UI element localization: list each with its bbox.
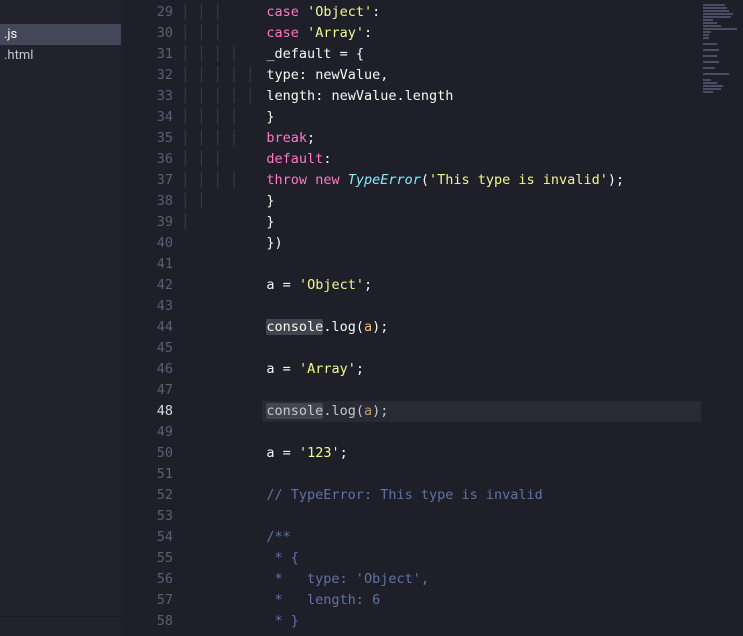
code-line[interactable] <box>262 422 701 443</box>
indent-guides: │ │ │ │ │ │ │ │ │ │ │ │ │ │ │ │ │ │ │ │ … <box>173 0 262 636</box>
code-line[interactable]: /** <box>262 527 701 548</box>
file-item[interactable]: .js <box>0 24 121 45</box>
code-line[interactable]: default: <box>262 149 701 170</box>
line-number[interactable]: 34 <box>121 107 173 128</box>
code-line[interactable]: } <box>262 107 701 128</box>
minimap-row <box>703 34 709 36</box>
editor-container: 2930313233343536373839404142434445464748… <box>121 0 743 636</box>
minimap-row <box>703 19 713 21</box>
code-line[interactable]: a = 'Array'; <box>262 359 701 380</box>
editor-body: 2930313233343536373839404142434445464748… <box>121 0 701 636</box>
code-line[interactable] <box>262 506 701 527</box>
code-line[interactable] <box>262 338 701 359</box>
line-number[interactable]: 55 <box>121 548 173 569</box>
code-line[interactable]: break; <box>262 128 701 149</box>
minimap-row <box>703 7 727 9</box>
minimap[interactable] <box>701 0 743 636</box>
line-number[interactable]: 42 <box>121 275 173 296</box>
line-number[interactable]: 31 <box>121 44 173 65</box>
minimap-row <box>703 25 721 27</box>
code-line[interactable]: _default = { <box>262 44 701 65</box>
minimap-row <box>703 4 725 6</box>
code-line[interactable] <box>262 464 701 485</box>
code-line[interactable]: }) <box>262 233 701 254</box>
code-line[interactable] <box>262 632 701 636</box>
sidebar-footer <box>0 616 121 636</box>
minimap-row <box>703 67 715 69</box>
line-number[interactable]: 58 <box>121 611 173 632</box>
minimap-row <box>703 22 717 24</box>
line-number[interactable]: 45 <box>121 338 173 359</box>
code-line[interactable]: console.log(a); <box>262 317 701 338</box>
sidebar-file-list: .js.html <box>0 0 121 66</box>
line-number[interactable]: 29 <box>121 2 173 23</box>
code-line[interactable]: * type: 'Object', <box>262 569 701 590</box>
line-number[interactable]: 37 <box>121 170 173 191</box>
line-number[interactable]: 36 <box>121 149 173 170</box>
line-number[interactable]: 46 <box>121 359 173 380</box>
minimap-row <box>703 10 729 12</box>
minimap-row <box>703 31 711 33</box>
line-number[interactable]: 32 <box>121 65 173 86</box>
minimap-row <box>703 49 719 51</box>
line-number[interactable]: 49 <box>121 422 173 443</box>
code-line[interactable]: * length: 6 <box>262 590 701 611</box>
sidebar: .js.html <box>0 0 121 636</box>
code-line[interactable]: type: newValue, <box>262 65 701 86</box>
minimap-row <box>703 61 719 63</box>
code-line[interactable]: length: newValue.length <box>262 86 701 107</box>
code-lines[interactable]: case 'Object':case 'Array':_default = {t… <box>262 0 701 636</box>
line-number[interactable]: 51 <box>121 464 173 485</box>
line-number[interactable]: 57 <box>121 590 173 611</box>
line-number[interactable]: 41 <box>121 254 173 275</box>
minimap-row <box>703 85 723 87</box>
line-number[interactable]: 38 <box>121 191 173 212</box>
minimap-row <box>703 16 731 18</box>
line-number[interactable]: 43 <box>121 296 173 317</box>
minimap-row <box>703 28 737 30</box>
line-number[interactable]: 39 <box>121 212 173 233</box>
line-number[interactable]: 54 <box>121 527 173 548</box>
code-line[interactable] <box>262 380 701 401</box>
code-line[interactable]: throw new TypeError('This type is invali… <box>262 170 701 191</box>
minimap-row <box>703 82 717 84</box>
line-number[interactable]: 52 <box>121 485 173 506</box>
code-line[interactable]: * } <box>262 611 701 632</box>
minimap-row <box>703 73 729 75</box>
code-line[interactable]: // TypeError: This type is invalid <box>262 485 701 506</box>
code-line[interactable]: * { <box>262 548 701 569</box>
code-line[interactable]: case 'Object': <box>262 2 701 23</box>
minimap-row <box>703 43 717 45</box>
line-number[interactable]: 47 <box>121 380 173 401</box>
line-number[interactable]: 40 <box>121 233 173 254</box>
minimap-row <box>703 37 709 39</box>
line-number[interactable]: 44 <box>121 317 173 338</box>
code-line[interactable]: console.log(a); <box>262 401 701 422</box>
minimap-row <box>703 13 733 15</box>
minimap-row <box>703 91 713 93</box>
code-line[interactable]: } <box>262 191 701 212</box>
line-number[interactable]: 50 <box>121 443 173 464</box>
code-line[interactable]: a = '123'; <box>262 443 701 464</box>
code-line[interactable]: } <box>262 212 701 233</box>
line-number[interactable]: 48 <box>121 401 173 422</box>
line-number[interactable]: 56 <box>121 569 173 590</box>
minimap-row <box>703 88 721 90</box>
code-line[interactable] <box>262 296 701 317</box>
file-item[interactable]: .html <box>0 45 121 66</box>
line-number[interactable]: 33 <box>121 86 173 107</box>
minimap-row <box>703 79 711 81</box>
app-root: .js.html 2930313233343536373839404142434… <box>0 0 743 636</box>
line-number-gutter[interactable]: 2930313233343536373839404142434445464748… <box>121 0 173 636</box>
line-number[interactable]: 35 <box>121 128 173 149</box>
code-line[interactable]: case 'Array': <box>262 23 701 44</box>
line-number[interactable]: 53 <box>121 506 173 527</box>
code-line[interactable] <box>262 254 701 275</box>
code-line[interactable]: a = 'Object'; <box>262 275 701 296</box>
minimap-row <box>703 55 717 57</box>
line-number[interactable]: 59 <box>121 632 173 636</box>
line-number[interactable]: 30 <box>121 23 173 44</box>
